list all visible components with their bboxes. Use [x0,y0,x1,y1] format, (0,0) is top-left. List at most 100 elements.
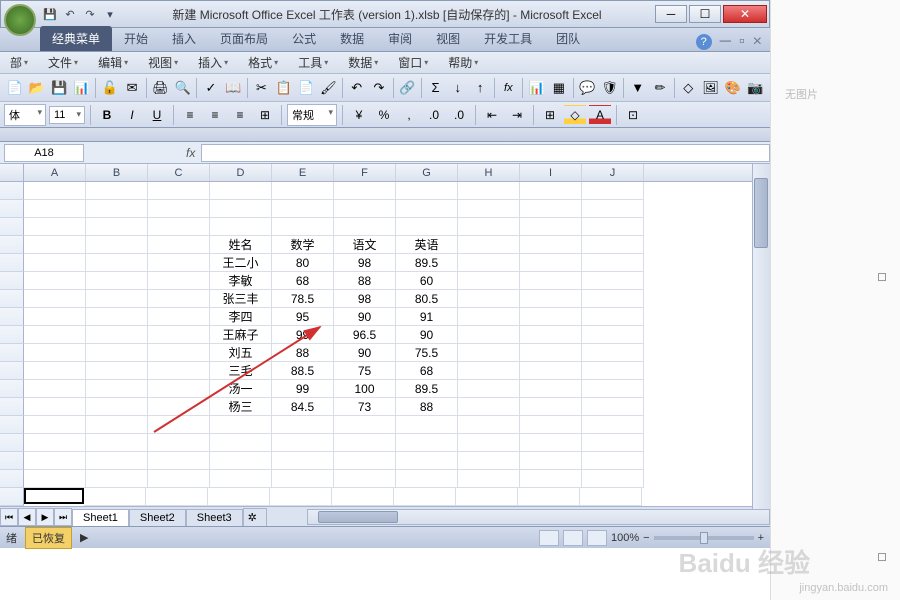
cell[interactable]: 80.5 [396,290,458,308]
comma-icon[interactable]: , [398,105,420,125]
cell[interactable] [84,488,146,506]
protect-icon[interactable]: 🛡 [599,77,620,99]
cell[interactable]: 75 [334,362,396,380]
cell[interactable] [148,470,210,488]
cell[interactable]: 88 [396,398,458,416]
align-left-icon[interactable]: ≡ [179,105,201,125]
cell[interactable]: 95 [272,308,334,326]
cell[interactable] [520,308,582,326]
cell[interactable] [458,326,520,344]
cell[interactable] [148,254,210,272]
font-color-icon[interactable]: A [589,105,611,125]
cell[interactable]: 68 [396,362,458,380]
cell[interactable] [86,218,148,236]
cell[interactable] [458,434,520,452]
cell[interactable] [148,380,210,398]
cell[interactable] [272,218,334,236]
tab-view[interactable]: 视图 [424,26,472,51]
row-header[interactable] [0,326,24,344]
cell[interactable] [582,182,644,200]
cell[interactable] [396,452,458,470]
minimize-button[interactable]: ─ [655,5,687,23]
copy-icon[interactable]: 📋 [273,77,294,99]
cell[interactable] [210,470,272,488]
cell[interactable] [520,254,582,272]
cell[interactable] [86,272,148,290]
cell[interactable]: 姓名 [210,236,272,254]
vertical-scrollbar[interactable] [752,164,770,518]
row-header[interactable] [0,200,24,218]
cell[interactable]: 90 [396,326,458,344]
number-format-combo[interactable]: 常规 [287,104,337,126]
cell[interactable] [24,344,86,362]
cell[interactable] [148,272,210,290]
cell[interactable] [86,362,148,380]
cell[interactable] [396,470,458,488]
cell[interactable] [272,434,334,452]
cell[interactable] [86,398,148,416]
cell[interactable]: 68 [272,272,334,290]
cells-grid[interactable]: 姓名数学语文英语王二小809889.5李敏688860张三丰78.59880.5… [24,182,644,506]
select-all-corner[interactable] [0,164,24,181]
cell[interactable]: 李四 [210,308,272,326]
cell[interactable] [520,398,582,416]
cell[interactable] [86,290,148,308]
cell[interactable] [458,182,520,200]
cell[interactable] [24,236,86,254]
cell[interactable] [458,416,520,434]
cell[interactable] [458,362,520,380]
cell[interactable]: 90 [334,308,396,326]
row-header[interactable] [0,488,24,506]
align-center-icon[interactable]: ≡ [204,105,226,125]
cell[interactable] [86,380,148,398]
cell[interactable] [86,182,148,200]
cell[interactable] [24,488,84,504]
cell[interactable] [148,326,210,344]
merge-icon[interactable]: ⊞ [254,105,276,125]
sort-asc-icon[interactable]: ↓ [447,77,468,99]
cell[interactable] [334,434,396,452]
vertical-scroll-thumb[interactable] [754,178,768,248]
col-header-I[interactable]: I [520,164,582,181]
cell[interactable] [518,488,580,506]
bold-button[interactable]: B [96,105,118,125]
cell[interactable] [332,488,394,506]
cell[interactable] [520,434,582,452]
sheet-tab-2[interactable]: Sheet2 [129,509,186,526]
menu-format[interactable]: 格式▾ [238,51,288,74]
zoom-out-icon[interactable]: − [643,532,649,544]
cell[interactable] [580,488,642,506]
cell[interactable] [24,290,86,308]
row-header[interactable] [0,434,24,452]
cell[interactable]: 语文 [334,236,396,254]
cell[interactable] [86,434,148,452]
sort-desc-icon[interactable]: ↑ [469,77,490,99]
row-header[interactable] [0,416,24,434]
cell[interactable] [148,416,210,434]
new-icon[interactable]: 📄 [4,77,25,99]
undo-icon[interactable]: ↶ [346,77,367,99]
filter-icon[interactable]: ▼ [627,77,648,99]
research-icon[interactable]: 📖 [223,77,244,99]
cell[interactable] [272,470,334,488]
menu-tools[interactable]: 工具▾ [288,51,338,74]
tab-classic-menu[interactable]: 经典菜单 [40,26,112,51]
decrease-decimal-icon[interactable]: .0 [448,105,470,125]
sheet-nav-prev[interactable]: ◀ [18,508,36,526]
cell[interactable] [582,380,644,398]
align-right-icon[interactable]: ≡ [229,105,251,125]
cell[interactable] [24,326,86,344]
cell[interactable] [582,362,644,380]
col-header-G[interactable]: G [396,164,458,181]
cell[interactable] [86,236,148,254]
open-icon[interactable]: 📂 [26,77,47,99]
zoom-level[interactable]: 100% [611,532,639,544]
cell[interactable] [210,200,272,218]
cell[interactable] [210,452,272,470]
row-header[interactable] [0,218,24,236]
horizontal-scrollbar[interactable] [307,509,770,525]
sheet-tab-3[interactable]: Sheet3 [186,509,243,526]
cell[interactable] [148,362,210,380]
hyperlink-icon[interactable]: 🔗 [397,77,418,99]
cell[interactable] [24,452,86,470]
